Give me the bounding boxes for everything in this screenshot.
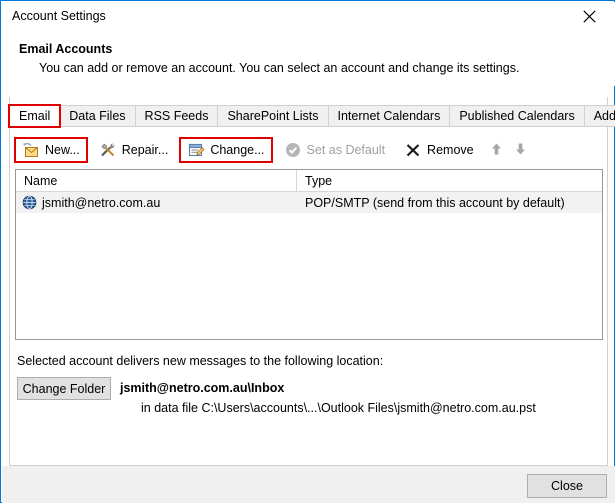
- delivery-path-value: jsmith@netro.com.au\Inbox: [120, 381, 285, 395]
- set-as-default-label: Set as Default: [306, 143, 386, 157]
- tab-internet-calendars[interactable]: Internet Calendars: [327, 105, 451, 127]
- remove-x-icon: [404, 141, 422, 159]
- set-as-default-button: Set as Default: [277, 138, 393, 162]
- title-bar: Account Settings: [2, 2, 615, 32]
- change-button-label: Change...: [210, 143, 265, 157]
- tab-rss-feeds-label: RSS Feeds: [144, 109, 209, 123]
- account-name-label: jsmith@netro.com.au: [42, 195, 161, 210]
- repair-tools-icon: [99, 141, 117, 159]
- tab-address-books-label: Address Books: [593, 109, 615, 123]
- column-header-name[interactable]: Name: [16, 170, 297, 191]
- header-block: Email Accounts You can add or remove an …: [2, 32, 615, 86]
- delivery-location-label: Selected account delivers new messages t…: [17, 354, 384, 368]
- close-button[interactable]: Close: [527, 474, 607, 498]
- tab-rss-feeds[interactable]: RSS Feeds: [134, 105, 219, 127]
- change-settings-icon: [187, 141, 205, 159]
- tab-sharepoint-lists-label: SharePoint Lists: [227, 109, 319, 123]
- tab-published-calendars[interactable]: Published Calendars: [449, 105, 585, 127]
- tab-email-label: Email: [19, 109, 51, 123]
- arrow-up-icon: [490, 142, 503, 159]
- tab-published-calendars-label: Published Calendars: [459, 109, 575, 123]
- page-subtitle: You can add or remove an account. You ca…: [39, 61, 520, 75]
- tab-address-books[interactable]: Address Books: [583, 105, 615, 127]
- change-folder-button[interactable]: Change Folder: [17, 377, 111, 400]
- accounts-list[interactable]: Name Type jsmith@netro.com.au POP/SMTP (…: [15, 169, 603, 340]
- close-button-label: Close: [551, 479, 583, 493]
- change-button[interactable]: Change...: [179, 137, 273, 163]
- account-globe-icon: [22, 195, 37, 210]
- window-title: Account Settings: [12, 9, 106, 23]
- tab-strip: Email Data Files RSS Feeds SharePoint Li…: [7, 104, 615, 128]
- remove-button-label: Remove: [427, 143, 474, 157]
- dialog-footer: Close: [2, 466, 615, 503]
- repair-button-label: Repair...: [121, 143, 169, 157]
- tab-email[interactable]: Email: [7, 104, 62, 128]
- account-settings-dialog: Account Settings Email Accounts You can …: [0, 0, 615, 503]
- remove-button[interactable]: Remove: [397, 138, 481, 162]
- new-button-label: New...: [45, 143, 80, 157]
- new-mail-icon: [22, 141, 40, 159]
- move-down-button: [510, 139, 532, 161]
- accounts-list-header: Name Type: [16, 170, 602, 192]
- arrow-down-icon: [514, 142, 527, 159]
- column-header-type[interactable]: Type: [297, 170, 602, 191]
- page-title: Email Accounts: [19, 42, 113, 56]
- account-type-cell: POP/SMTP (send from this account by defa…: [305, 195, 565, 210]
- tab-sharepoint-lists[interactable]: SharePoint Lists: [217, 105, 329, 127]
- new-button[interactable]: New...: [14, 137, 88, 163]
- tab-internet-calendars-label: Internet Calendars: [337, 109, 441, 123]
- window-close-icon[interactable]: [567, 2, 611, 31]
- check-circle-icon: [284, 141, 302, 159]
- tab-data-files-label: Data Files: [69, 109, 126, 123]
- repair-button[interactable]: Repair...: [92, 138, 176, 162]
- change-folder-button-label: Change Folder: [22, 381, 106, 396]
- tab-data-files[interactable]: Data Files: [59, 105, 136, 127]
- delivery-data-file-value: in data file C:\Users\accounts\...\Outlo…: [141, 401, 536, 415]
- account-name-cell: jsmith@netro.com.au: [16, 195, 297, 210]
- move-up-button: [486, 139, 508, 161]
- table-row[interactable]: jsmith@netro.com.au POP/SMTP (send from …: [16, 192, 602, 213]
- accounts-toolbar: New... Repair... Change... Set as Defaul…: [14, 137, 534, 163]
